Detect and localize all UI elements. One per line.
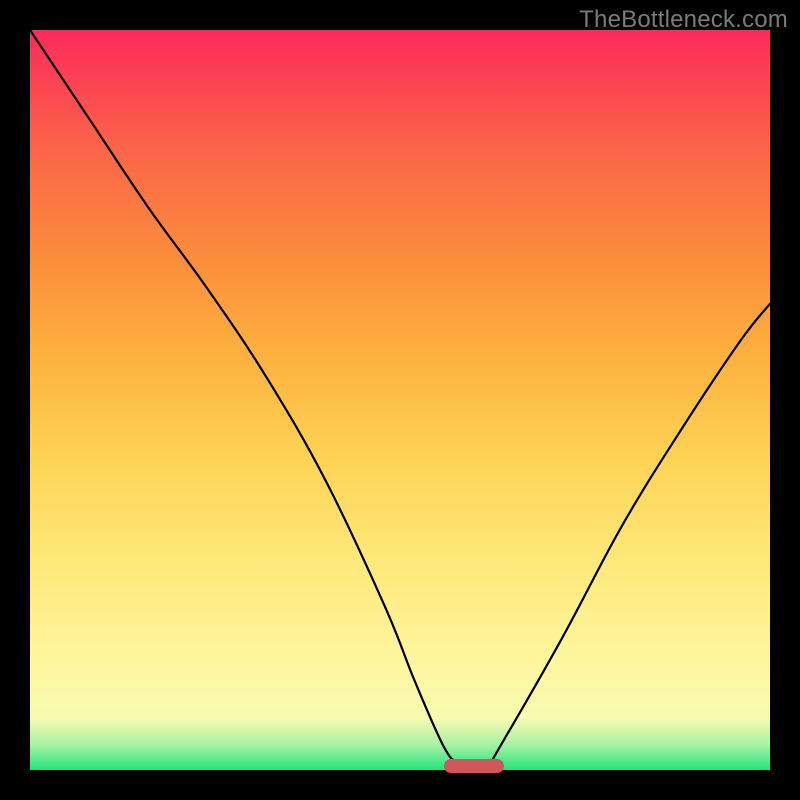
- optimal-range-marker: [444, 759, 503, 773]
- plot-area: [30, 30, 770, 770]
- curve-svg: [30, 30, 770, 770]
- chart-frame: TheBottleneck.com: [0, 0, 800, 800]
- bottleneck-curve: [30, 30, 770, 764]
